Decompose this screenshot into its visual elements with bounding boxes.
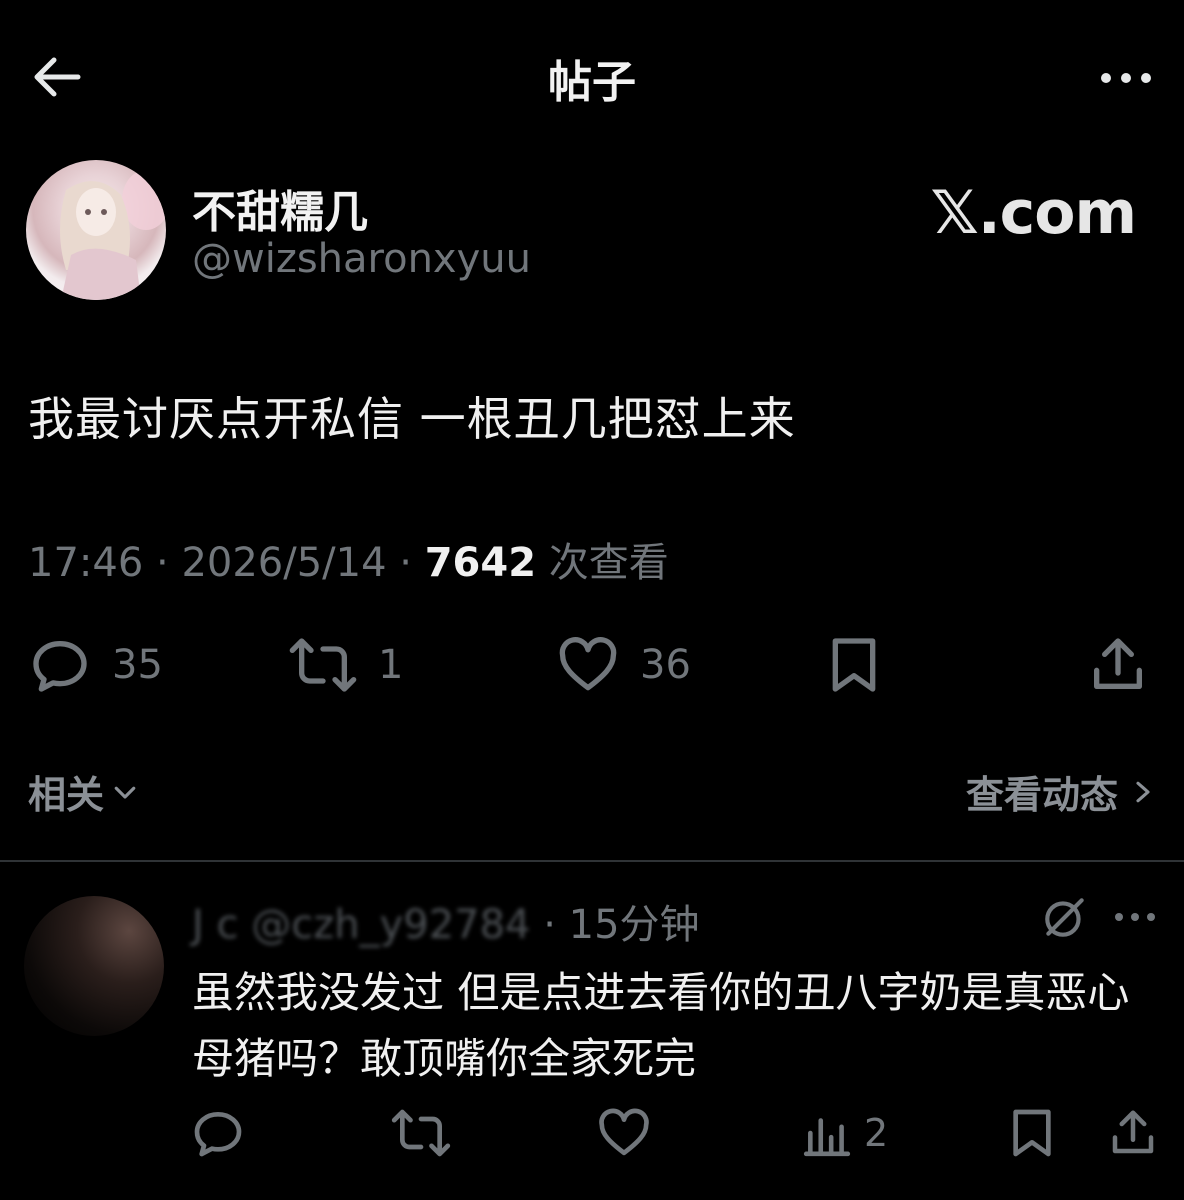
reply-analytics-button[interactable]: 2 bbox=[802, 1100, 888, 1166]
grok-icon[interactable] bbox=[1040, 892, 1090, 942]
view-count: 7642 bbox=[424, 540, 537, 586]
views-label: 次查看 bbox=[548, 540, 669, 586]
post-date[interactable]: 2026/5/14 bbox=[181, 540, 386, 586]
reply-repost-button[interactable] bbox=[390, 1100, 452, 1166]
section-divider bbox=[0, 860, 1184, 862]
meta-separator: · bbox=[399, 540, 412, 586]
page-title: 帖子 bbox=[548, 57, 636, 108]
reply-text: 虽然我没发过 但是点进去看你的丑八字奶是真恶心 母猪吗？敢顶嘴你全家死完 bbox=[192, 968, 1130, 1083]
activity-label: 查看动态 bbox=[965, 773, 1118, 817]
more-horizontal-icon[interactable] bbox=[1112, 905, 1158, 929]
reply-view-count: 2 bbox=[864, 1111, 889, 1155]
x-watermark: 𝕏.com bbox=[930, 178, 1137, 248]
like-button[interactable]: 36 bbox=[556, 628, 691, 702]
reply-separator: · bbox=[543, 902, 556, 948]
reply-author-handle[interactable]: @czh_y92784 bbox=[251, 902, 530, 948]
reply-reply-button[interactable] bbox=[190, 1100, 246, 1166]
bookmark-button[interactable] bbox=[822, 628, 886, 702]
heart-icon bbox=[599, 1108, 649, 1156]
bookmark-icon bbox=[832, 638, 876, 692]
author-display-name[interactable]: 不甜糯几 bbox=[192, 176, 368, 240]
reply-bookmark-button[interactable] bbox=[1004, 1100, 1060, 1166]
repost-button[interactable]: 1 bbox=[288, 628, 403, 702]
author-avatar[interactable] bbox=[26, 160, 166, 300]
more-horizontal-icon bbox=[1101, 73, 1151, 83]
reply-avatar[interactable] bbox=[24, 896, 164, 1036]
related-toggle[interactable]: 相关 bbox=[28, 764, 140, 819]
share-icon bbox=[1112, 1110, 1154, 1154]
reply-time[interactable]: 15分钟 bbox=[569, 902, 700, 948]
repost-icon bbox=[289, 638, 357, 692]
reply-share-button[interactable] bbox=[1106, 1100, 1160, 1166]
more-button[interactable] bbox=[1096, 58, 1156, 98]
heart-icon bbox=[559, 637, 617, 691]
reply-icon bbox=[194, 1112, 242, 1157]
repost-icon bbox=[391, 1109, 451, 1157]
repost-count: 1 bbox=[378, 642, 404, 688]
reply-icon bbox=[33, 641, 87, 692]
post-time[interactable]: 17:46 bbox=[28, 540, 143, 586]
reply-header-icons bbox=[1040, 892, 1158, 942]
share-button[interactable] bbox=[1086, 628, 1150, 702]
avatar-illustration bbox=[60, 170, 166, 300]
reply-count: 35 bbox=[112, 642, 163, 688]
like-count: 36 bbox=[640, 642, 691, 688]
author-handle[interactable]: @wizsharonxyuu bbox=[192, 236, 531, 282]
reply-header: J c @czh_y92784 · 15分钟 bbox=[192, 892, 700, 950]
post-text: 我最讨厌点开私信 一根丑几把怼上来 bbox=[28, 392, 796, 446]
reply-author-name[interactable]: J c bbox=[192, 902, 239, 948]
bookmark-icon bbox=[1013, 1109, 1051, 1157]
reply-button[interactable]: 35 bbox=[28, 628, 163, 702]
meta-separator: · bbox=[156, 540, 169, 586]
reply-like-button[interactable] bbox=[596, 1100, 652, 1166]
chevron-right-icon bbox=[1136, 781, 1150, 802]
post-meta: 17:46 · 2026/5/14 · 7642 次查看 bbox=[28, 530, 669, 588]
chevron-down-icon bbox=[114, 786, 136, 799]
related-label: 相关 bbox=[28, 773, 105, 817]
share-icon bbox=[1094, 638, 1142, 689]
view-activity-link[interactable]: 查看动态 bbox=[966, 764, 1156, 819]
analytics-icon bbox=[803, 1118, 851, 1157]
